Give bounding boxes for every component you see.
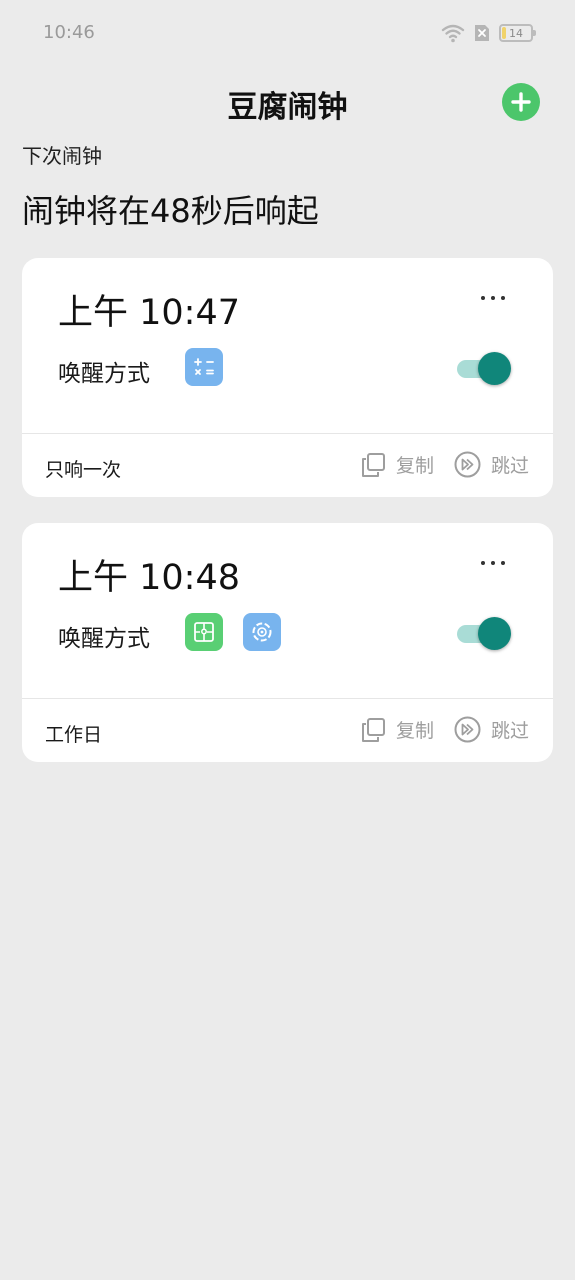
alarm-time[interactable]: 上午 10:47 xyxy=(58,284,240,335)
repeat-label[interactable]: 工作日 xyxy=(45,720,102,747)
copy-label: 复制 xyxy=(396,720,435,742)
copy-icon xyxy=(360,452,386,478)
battery-percent: 14 xyxy=(509,26,523,40)
alarm-card[interactable]: 上午 10:48 唤醒方式 工作日 复制 跳过 xyxy=(22,523,553,762)
alarm-toggle[interactable] xyxy=(457,617,511,650)
skip-label: 跳过 xyxy=(491,720,530,742)
copy-label: 复制 xyxy=(396,455,435,477)
no-sim-icon xyxy=(473,24,491,42)
divider xyxy=(22,433,553,434)
status-bar: 10:46 14 xyxy=(0,0,575,66)
skip-icon xyxy=(454,716,481,743)
skip-label: 跳过 xyxy=(491,455,530,477)
plus-icon xyxy=(511,92,531,112)
toggle-knob xyxy=(478,352,511,385)
copy-button[interactable]: 复制 xyxy=(360,716,434,743)
skip-icon xyxy=(454,451,481,478)
puzzle-icon[interactable] xyxy=(185,613,223,651)
status-time: 10:46 xyxy=(43,22,95,43)
battery-icon: 14 xyxy=(499,24,536,42)
status-icons: 14 xyxy=(441,22,536,44)
more-options-icon[interactable] xyxy=(481,559,505,567)
wake-method-label: 唤醒方式 xyxy=(58,361,150,387)
skip-button[interactable]: 跳过 xyxy=(454,451,529,478)
app-title: 豆腐闹钟 xyxy=(227,90,348,125)
divider xyxy=(22,698,553,699)
wifi-icon xyxy=(441,23,465,43)
toggle-knob xyxy=(478,617,511,650)
add-alarm-button[interactable] xyxy=(502,83,540,121)
alarm-toggle[interactable] xyxy=(457,352,511,385)
skip-button[interactable]: 跳过 xyxy=(454,716,529,743)
next-alarm-countdown: 闹钟将在48秒后响起 xyxy=(22,192,319,230)
more-options-icon[interactable] xyxy=(481,294,505,302)
repeat-label[interactable]: 只响一次 xyxy=(45,455,121,482)
copy-button[interactable]: 复制 xyxy=(360,451,434,478)
copy-icon xyxy=(360,717,386,743)
next-alarm-label: 下次闹钟 xyxy=(22,144,102,168)
alarm-time[interactable]: 上午 10:48 xyxy=(58,549,240,600)
wake-method-label: 唤醒方式 xyxy=(58,626,150,652)
math-calc-icon[interactable] xyxy=(185,348,223,386)
alarm-card[interactable]: 上午 10:47 唤醒方式 只响一次 复制 跳过 xyxy=(22,258,553,497)
battery-level xyxy=(502,27,506,39)
memory-icon[interactable] xyxy=(243,613,281,651)
